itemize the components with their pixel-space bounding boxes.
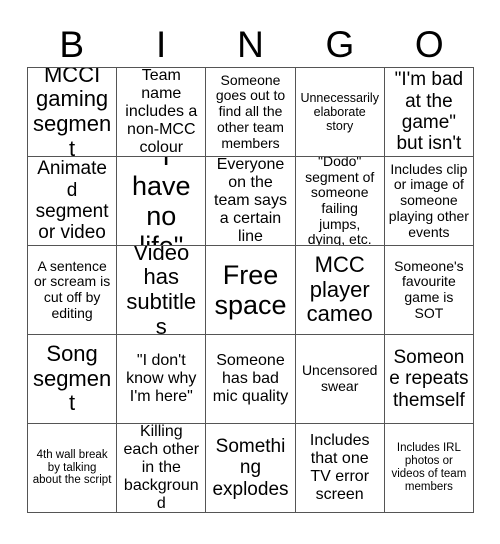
bingo-card: B I N G O MCCI gaming segment Team name i… (0, 0, 500, 544)
bingo-cell-label: Team name includes a non-MCC colour (125, 68, 198, 156)
bingo-cell-r2c5[interactable]: Includes clip or image of someone playin… (384, 157, 474, 246)
bingo-cell-label: Something explodes (212, 436, 289, 500)
bingo-header: B I N G O (27, 22, 474, 67)
bingo-cell-label: Video has subtitles (126, 246, 197, 335)
bingo-cell-r5c2[interactable]: Killing each other in the background (117, 424, 207, 513)
bingo-cell-r2c2[interactable]: "I have no life" (117, 157, 207, 246)
bingo-cell-r5c3[interactable]: Something explodes (206, 424, 296, 513)
bingo-cell-r3c3[interactable]: Free space (206, 246, 296, 335)
header-letter-b: B (59, 24, 85, 65)
bingo-cell-r4c2[interactable]: "I don't know why I'm here" (117, 335, 207, 424)
bingo-cell-r1c3[interactable]: Someone goes out to find all the other t… (206, 68, 296, 157)
bingo-cell-r2c3[interactable]: Everyone on the team says a certain line (206, 157, 296, 246)
bingo-cell-label: Includes that one TV error screen (309, 432, 370, 503)
bingo-cell-label: A sentence or scream is cut off by editi… (33, 257, 111, 321)
bingo-cell-label: Includes IRL photos or videos of team me… (391, 442, 467, 493)
bingo-cell-r3c1[interactable]: A sentence or scream is cut off by editi… (28, 246, 118, 335)
bingo-cell-r5c5[interactable]: Includes IRL photos or videos of team me… (384, 424, 474, 513)
header-letter-n: N (237, 24, 264, 65)
bingo-cell-label: Includes clip or image of someone playin… (388, 160, 469, 240)
bingo-cell-label: MCCI gaming segment (32, 68, 112, 157)
bingo-cell-label: Unnecessarily elaborate story (300, 91, 379, 133)
header-letter-i: I (155, 24, 167, 65)
bingo-cell-label: Free space (214, 259, 287, 320)
bingo-cell-label: Animated segment or video (35, 158, 109, 244)
bingo-cell-r2c4[interactable]: "Dodo" segment of someone failing jumps,… (295, 157, 385, 246)
bingo-cell-r4c3[interactable]: Someone has bad mic quality (206, 335, 296, 424)
bingo-cell-label: "I'm bad at the game" but isn't (394, 69, 464, 155)
bingo-cell-label: 4th wall break by talking about the scri… (32, 448, 112, 487)
bingo-cell-r4c4[interactable]: Uncensored swear (295, 335, 385, 424)
bingo-cell-label: Someone goes out to find all the other t… (215, 71, 286, 151)
bingo-cell-r4c1[interactable]: Song segment (28, 335, 118, 424)
header-letter-o: O (414, 24, 444, 65)
bingo-cell-label: Uncensored swear (301, 362, 378, 394)
bingo-cell-label: "I don't know why I'm here" (126, 352, 197, 405)
bingo-cell-r3c2[interactable]: Video has subtitles (117, 246, 207, 335)
bingo-cell-label: Someone has bad mic quality (212, 352, 289, 405)
bingo-cell-r4c5[interactable]: Someone repeats themself (384, 335, 474, 424)
bingo-cell-label: Everyone on the team says a certain line (214, 157, 287, 245)
bingo-cell-label: Someone's favourite game is SOT (394, 257, 464, 321)
bingo-cell-r2c1[interactable]: Animated segment or video (28, 157, 118, 246)
bingo-cell-label: Song segment (32, 341, 112, 416)
header-letter-g: G (325, 24, 355, 65)
bingo-cell-label: Killing each other in the background (123, 424, 200, 512)
bingo-cell-label: MCC player cameo (306, 252, 373, 327)
bingo-cell-label: "Dodo" segment of someone failing jumps,… (305, 157, 375, 246)
bingo-cell-r1c2[interactable]: Team name includes a non-MCC colour (117, 68, 207, 157)
bingo-cell-r1c5[interactable]: "I'm bad at the game" but isn't (384, 68, 474, 157)
bingo-cell-r5c4[interactable]: Includes that one TV error screen (295, 424, 385, 513)
bingo-cell-r3c4[interactable]: MCC player cameo (295, 246, 385, 335)
bingo-cell-r5c1[interactable]: 4th wall break by talking about the scri… (28, 424, 118, 513)
bingo-cell-r1c1[interactable]: MCCI gaming segment (28, 68, 118, 157)
bingo-cell-label: "I have no life" (132, 157, 191, 245)
bingo-cell-label: Someone repeats themself (389, 347, 469, 411)
bingo-cell-r3c5[interactable]: Someone's favourite game is SOT (384, 246, 474, 335)
bingo-cell-r1c4[interactable]: Unnecessarily elaborate story (295, 68, 385, 157)
bingo-grid: MCCI gaming segment Team name includes a … (27, 67, 474, 513)
